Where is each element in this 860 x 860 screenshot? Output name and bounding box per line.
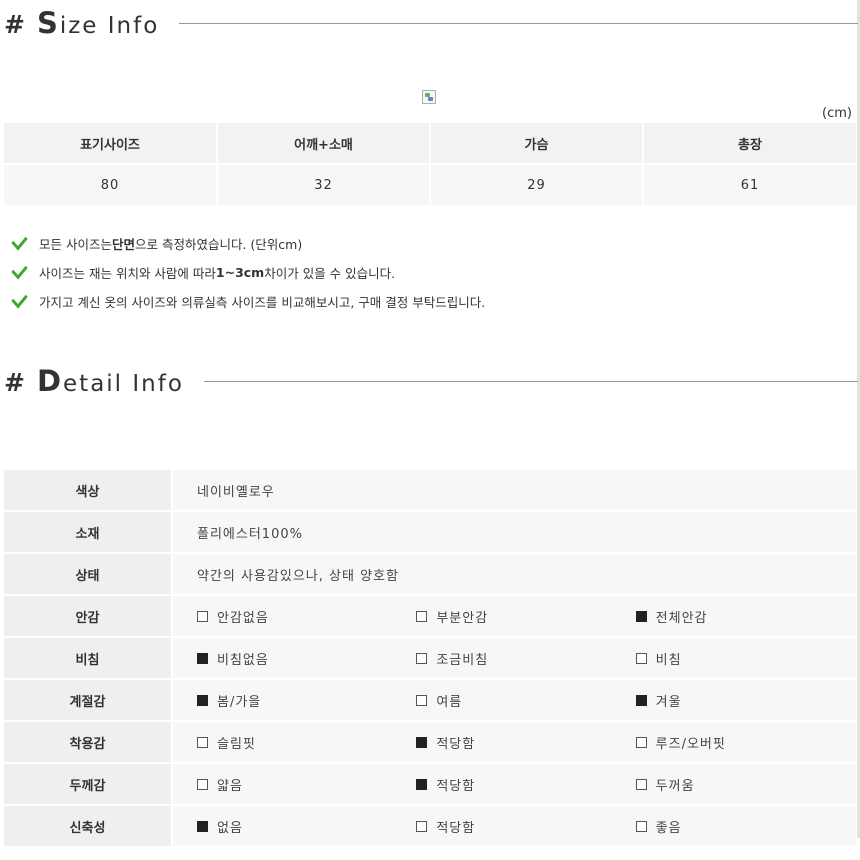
size-info-title: # Size Info xyxy=(4,6,160,40)
checkbox-icon xyxy=(416,652,428,664)
option-item: 적당함 xyxy=(416,775,635,794)
checkbox-icon xyxy=(197,652,208,664)
detail-row-season: 계절감 봄/가을 여름 겨울 xyxy=(4,679,856,722)
size-notes: 모든 사이즈는 단면 으로 측정하였습니다. (단위cm) 사이즈는 재는 위치… xyxy=(10,229,485,316)
detail-row-stretch: 신축성 없음 적당함 좋음 xyxy=(4,805,856,848)
detail-label: 신축성 xyxy=(4,805,173,848)
size-header-cell: 표기사이즈 xyxy=(4,123,218,165)
detail-row-material: 소재 폴리에스터100% xyxy=(4,511,856,554)
unit-label: (cm) xyxy=(822,106,852,121)
checkbox-icon xyxy=(197,820,208,832)
detail-value: 약간의 사용감있으나, 상태 양호함 xyxy=(172,553,856,596)
broken-image-icon xyxy=(422,90,436,104)
option-item: 슬림핏 xyxy=(197,733,416,752)
detail-options: 봄/가을 여름 겨울 xyxy=(172,679,856,722)
option-item: 루즈/오버핏 xyxy=(635,733,855,752)
option-item: 비침없음 xyxy=(197,649,416,668)
checkbox-icon xyxy=(635,652,647,664)
checkbox-icon xyxy=(635,778,647,790)
detail-label: 계절감 xyxy=(4,679,173,722)
size-table-row: 80 32 29 61 xyxy=(4,164,856,207)
checkbox-icon xyxy=(635,736,647,748)
option-item: 여름 xyxy=(416,691,635,710)
checkbox-icon xyxy=(416,736,428,748)
size-table-header-row: 표기사이즈 어깨+소매 가슴 총장 xyxy=(4,123,856,165)
note-item: 가지고 계신 옷의 사이즈와 의류실측 사이즈를 비교해보시고, 구매 결정 부… xyxy=(10,287,485,316)
detail-options: 안감없음 부분안감 전체안감 xyxy=(172,595,856,638)
detail-options: 얇음 적당함 두꺼움 xyxy=(172,763,856,806)
option-item: 두꺼움 xyxy=(635,775,855,794)
checkbox-icon xyxy=(416,694,428,706)
size-header-cell: 총장 xyxy=(643,123,856,165)
size-value-cell: 32 xyxy=(217,164,431,207)
size-header-cell: 어깨+소매 xyxy=(217,123,431,165)
option-item: 얇음 xyxy=(197,775,416,794)
detail-value: 폴리에스터100% xyxy=(172,511,856,554)
option-item: 조금비침 xyxy=(416,649,635,668)
detail-options: 슬림핏 적당함 루즈/오버핏 xyxy=(172,721,856,764)
detail-row-sheerness: 비침 비침없음 조금비침 비침 xyxy=(4,637,856,680)
checkmark-icon xyxy=(11,289,28,308)
detail-row-thickness: 두께감 얇음 적당함 두꺼움 xyxy=(4,763,856,806)
size-header-cell: 가슴 xyxy=(430,123,644,165)
size-value-cell: 29 xyxy=(430,164,644,207)
option-item: 비침 xyxy=(635,649,855,668)
detail-label: 소재 xyxy=(4,511,173,554)
detail-row-condition: 상태 약간의 사용감있으나, 상태 양호함 xyxy=(4,553,856,596)
detail-info-header: # Detail Info xyxy=(4,364,858,398)
detail-label: 상태 xyxy=(4,553,173,596)
note-item: 사이즈는 재는 위치와 사람에 따라 1~3cm 차이가 있을 수 있습니다. xyxy=(10,258,485,287)
detail-label: 비침 xyxy=(4,637,173,680)
option-item: 좋음 xyxy=(635,817,855,836)
detail-row-lining: 안감 안감없음 부분안감 전체안감 xyxy=(4,595,856,638)
detail-label: 안감 xyxy=(4,595,173,638)
checkbox-icon xyxy=(416,610,428,622)
option-item: 봄/가을 xyxy=(197,691,416,710)
checkbox-icon xyxy=(635,610,647,622)
option-item: 적당함 xyxy=(416,733,635,752)
option-item: 없음 xyxy=(197,817,416,836)
detail-value: 네이비옐로우 xyxy=(172,470,856,512)
checkbox-icon xyxy=(635,820,647,832)
detail-options: 없음 적당함 좋음 xyxy=(172,805,856,848)
detail-table: 색상 네이비옐로우 소재 폴리에스터100% 상태 약간의 사용감있으나, 상태… xyxy=(4,470,856,848)
option-item: 겨울 xyxy=(635,691,855,710)
checkmark-icon xyxy=(11,231,28,250)
size-info-header: # Size Info xyxy=(4,6,858,40)
option-item: 적당함 xyxy=(416,817,635,836)
detail-info-title: # Detail Info xyxy=(4,364,184,398)
header-divider xyxy=(203,380,858,382)
option-item: 부분안감 xyxy=(416,607,635,626)
checkmark-icon xyxy=(11,260,28,279)
size-value-cell: 61 xyxy=(643,164,856,207)
detail-label: 색상 xyxy=(4,470,173,512)
option-item: 전체안감 xyxy=(635,607,855,626)
checkbox-icon xyxy=(197,736,208,748)
checkbox-icon xyxy=(416,820,428,832)
checkbox-icon xyxy=(416,778,428,790)
checkbox-icon xyxy=(197,694,208,706)
option-item: 안감없음 xyxy=(197,607,416,626)
detail-label: 두께감 xyxy=(4,763,173,806)
detail-row-fit: 착용감 슬림핏 적당함 루즈/오버핏 xyxy=(4,721,856,764)
header-divider xyxy=(179,22,858,24)
detail-label: 착용감 xyxy=(4,721,173,764)
size-table: 표기사이즈 어깨+소매 가슴 총장 80 32 29 61 xyxy=(4,123,856,207)
detail-row-color: 색상 네이비옐로우 xyxy=(4,470,856,512)
size-value-cell: 80 xyxy=(4,164,218,207)
checkbox-icon xyxy=(197,610,208,622)
detail-options: 비침없음 조금비침 비침 xyxy=(172,637,856,680)
note-item: 모든 사이즈는 단면 으로 측정하였습니다. (단위cm) xyxy=(10,229,485,258)
checkbox-icon xyxy=(635,694,647,706)
checkbox-icon xyxy=(197,778,208,790)
